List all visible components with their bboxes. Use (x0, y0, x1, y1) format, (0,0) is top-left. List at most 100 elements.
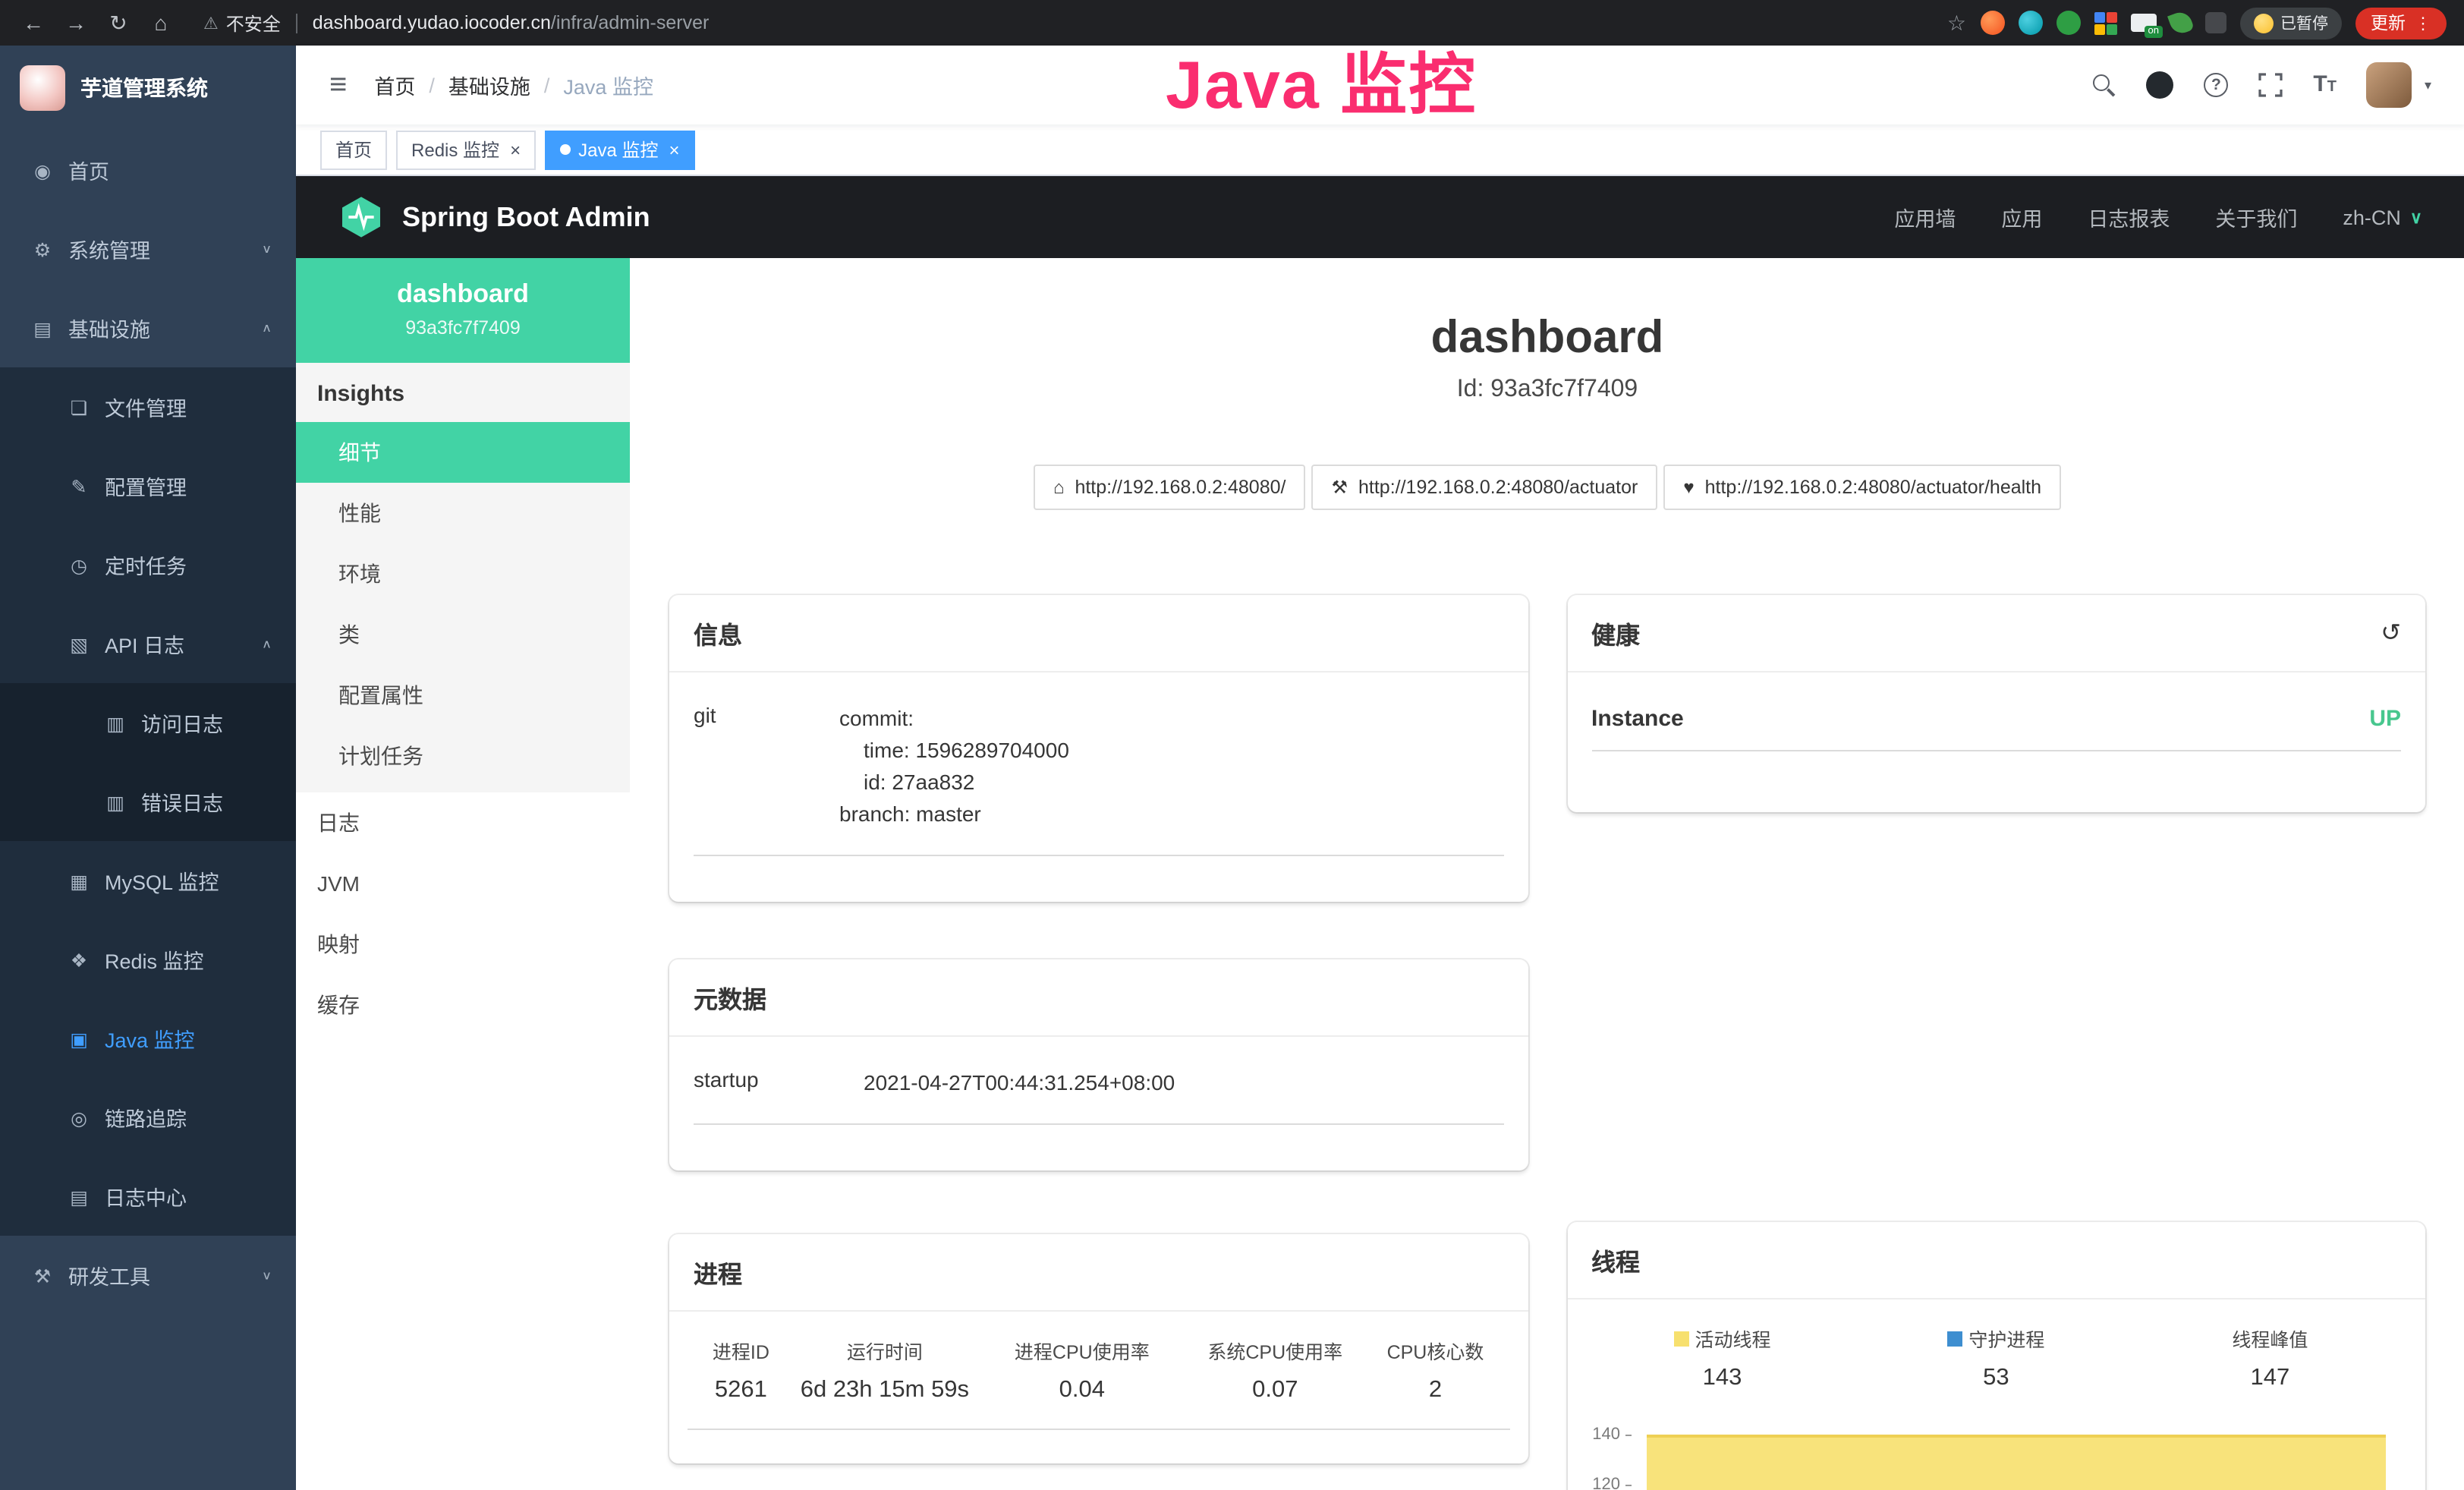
sidebar-item-label: 基础设施 (68, 313, 150, 343)
reload-icon[interactable]: ↻ (103, 10, 134, 36)
trace-icon: ◎ (67, 1106, 91, 1129)
extension-drop-icon[interactable] (2018, 11, 2042, 35)
sidebar-item-redis-monitor[interactable]: ❖ Redis 监控 (0, 920, 296, 999)
sba-menu-configprops[interactable]: 配置属性 (296, 665, 630, 726)
locale-selector[interactable]: zh-CN ∨ (2343, 206, 2422, 228)
error-log-icon: ▥ (103, 790, 127, 813)
sidebar-item-error-logs[interactable]: ▥ 错误日志 (0, 762, 296, 841)
breadcrumb-separator: / (544, 74, 550, 96)
cards-left-column: 信息 git commit: time: 1596289704000 id: 2 (669, 595, 1528, 1463)
app-logo-row[interactable]: 芋道管理系统 (0, 46, 296, 131)
sba-menu-mappings[interactable]: 映射 (296, 914, 630, 975)
sidebar-item-file-management[interactable]: ❏ 文件管理 (0, 367, 296, 446)
sba-nav: 应用墙 应用 日志报表 关于我们 zh-CN ∨ (1894, 202, 2422, 232)
column-header: CPU核心数 (1361, 1321, 1509, 1371)
github-icon[interactable] (2146, 71, 2173, 99)
breadcrumb: 首页 / 基础设施 / Java 监控 (374, 70, 653, 100)
collapse-sidebar-icon[interactable]: ≡ (329, 68, 347, 102)
extension-pin-icon[interactable] (2204, 12, 2226, 33)
tab-java-monitor[interactable]: Java 监控 × (545, 130, 694, 169)
metadata-card-header: 元数据 (669, 959, 1528, 1037)
link-url: http://192.168.0.2:48080/actuator/health (1705, 477, 2041, 498)
forward-icon[interactable]: → (61, 11, 91, 35)
sidebar-item-trace[interactable]: ◎ 链路追踪 (0, 1078, 296, 1157)
health-link[interactable]: ♥ http://192.168.0.2:48080/actuator/heal… (1663, 465, 2061, 510)
sba-nav-about[interactable]: 关于我们 (2215, 202, 2297, 232)
profile-paused-badge[interactable]: 已暂停 (2239, 7, 2342, 39)
search-icon[interactable] (2093, 74, 2116, 96)
sidebar-item-infrastructure[interactable]: ▤ 基础设施 ∧ (0, 288, 296, 367)
tab-redis-monitor[interactable]: Redis 监控 × (396, 130, 536, 169)
sba-menu-scheduled-tasks[interactable]: 计划任务 (296, 726, 630, 786)
table-row[interactable]: Instance UP (1591, 706, 2401, 751)
history-icon[interactable]: ↺ (2381, 618, 2401, 648)
sidebar-item-home[interactable]: ◉ 首页 (0, 131, 296, 209)
sba-menu-classes[interactable]: 类 (296, 604, 630, 665)
close-icon[interactable]: × (510, 139, 521, 160)
sba-brand-title[interactable]: Spring Boot Admin (402, 201, 650, 233)
info-card-body: git commit: time: 1596289704000 id: 27aa… (669, 673, 1528, 902)
sba-nav-applications[interactable]: 应用 (2001, 202, 2042, 232)
sba-nav-wallboard[interactable]: 应用墙 (1894, 202, 1956, 232)
insights-group-label: Insights (296, 363, 630, 422)
instance-header[interactable]: dashboard 93a3fc7f7409 (296, 258, 630, 363)
extension-green-icon[interactable] (2056, 11, 2080, 35)
url-text[interactable]: dashboard.yudao.iocoder.cn/infra/admin-s… (313, 12, 710, 33)
instance-homepage-link[interactable]: ⌂ http://192.168.0.2:48080/ (1034, 465, 1306, 510)
sidebar-item-mysql-monitor[interactable]: ▦ MySQL 监控 (0, 841, 296, 920)
sba-body: dashboard 93a3fc7f7409 Insights 细节 性能 环境… (296, 258, 2464, 1490)
back-icon[interactable]: ← (18, 11, 49, 35)
sidebar-item-label: 访问日志 (141, 707, 223, 738)
tab-label: Redis 监控 (411, 137, 499, 162)
sidebar-item-config-management[interactable]: ✎ 配置管理 (0, 446, 296, 525)
sba-logo-icon (338, 194, 384, 240)
close-icon[interactable]: × (669, 139, 679, 160)
extension-leaf-icon[interactable] (2167, 9, 2194, 36)
screen: ← → ↻ ⌂ ⚠ 不安全 dashboard.yudao.iocoder.cn… (0, 0, 2464, 1490)
actuator-link[interactable]: ⚒ http://192.168.0.2:48080/actuator (1311, 465, 1657, 510)
column-header: 进程CPU使用率 (975, 1321, 1189, 1371)
page-subtitle: Id: 93a3fc7f7409 (669, 376, 2425, 404)
bookmark-star-icon[interactable]: ☆ (1947, 10, 1966, 36)
process-card-body: 进程ID 运行时间 进程CPU使用率 系统CPU使用率 CPU核心数 5261 … (669, 1312, 1528, 1463)
sba-menu-caches[interactable]: 缓存 (296, 975, 630, 1035)
cell-value: 143 (1585, 1359, 1859, 1413)
breadcrumb-infrastructure[interactable]: 基础设施 (448, 70, 530, 100)
sidebar-item-log-center[interactable]: ▤ 日志中心 (0, 1157, 296, 1236)
sba-menu-logging[interactable]: 日志 (296, 792, 630, 853)
extension-grid-icon[interactable] (2094, 11, 2116, 34)
paused-label: 已暂停 (2280, 11, 2328, 34)
y-axis-tick: 140 (1585, 1425, 1631, 1444)
address-bar[interactable]: ⚠ 不安全 dashboard.yudao.iocoder.cn/infra/a… (203, 10, 709, 36)
health-instance-label: Instance (1591, 706, 1684, 732)
sidebar-item-system-management[interactable]: ⚙ 系统管理 ∨ (0, 209, 296, 288)
update-button[interactable]: 更新 ⋮ (2355, 7, 2447, 39)
sidebar-item-access-logs[interactable]: ▥ 访问日志 (0, 683, 296, 762)
font-size-icon[interactable]: TT (2313, 71, 2337, 99)
sba-menu-metrics[interactable]: 性能 (296, 483, 630, 543)
column-header: 进程ID (688, 1321, 795, 1371)
link-url: http://192.168.0.2:48080/actuator (1358, 477, 1638, 498)
sidebar-item-dev-tools[interactable]: ⚒ 研发工具 ∨ (0, 1236, 296, 1315)
sba-menu-details[interactable]: 细节 (296, 422, 630, 483)
home-icon[interactable]: ⌂ (146, 11, 176, 35)
user-avatar[interactable] (2367, 62, 2412, 108)
breadcrumb-home[interactable]: 首页 (374, 70, 415, 100)
metadata-card: 元数据 startup 2021-04-27T00:44:31.254+08:0… (669, 959, 1528, 1170)
avatar-caret-icon[interactable]: ▾ (2425, 77, 2431, 93)
sba-menu-jvm[interactable]: JVM (296, 853, 630, 914)
extension-fox-icon[interactable] (1980, 11, 2004, 35)
extension-mail-icon[interactable]: on (2130, 14, 2156, 32)
sidebar-item-java-monitor[interactable]: ▣ Java 监控 (0, 999, 296, 1078)
browser-menu-icon[interactable]: ⋮ (2415, 13, 2431, 33)
help-icon[interactable]: ? (2204, 73, 2228, 97)
sba-instance-menu: dashboard 93a3fc7f7409 Insights 细节 性能 环境… (296, 258, 630, 1490)
sidebar-item-api-logs[interactable]: ▧ API 日志 ∧ (0, 604, 296, 683)
font-size-large: T (2313, 71, 2327, 97)
sba-menu-environment[interactable]: 环境 (296, 543, 630, 604)
sidebar-item-scheduled-jobs[interactable]: ◷ 定时任务 (0, 525, 296, 604)
fullscreen-icon[interactable] (2258, 73, 2283, 97)
sba-nav-journal[interactable]: 日志报表 (2088, 202, 2170, 232)
info-card-header: 信息 (669, 595, 1528, 673)
tab-home[interactable]: 首页 (320, 130, 387, 169)
